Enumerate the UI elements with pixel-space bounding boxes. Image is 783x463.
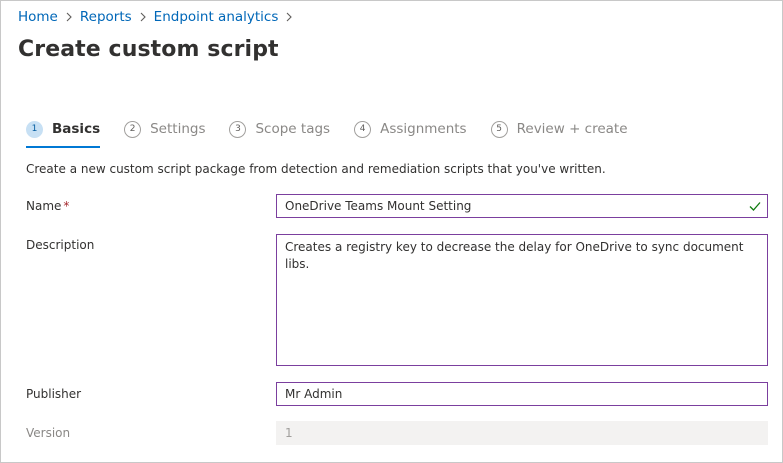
version-input: 1: [276, 421, 768, 445]
description-textarea[interactable]: Creates a registry key to decrease the d…: [276, 234, 768, 366]
name-input-value: OneDrive Teams Mount Setting: [285, 199, 472, 213]
breadcrumb-home[interactable]: Home: [18, 9, 58, 25]
step-assignments[interactable]: 4 Assignments: [354, 118, 467, 140]
step-scope-tags[interactable]: 3 Scope tags: [229, 118, 330, 140]
description-value: Creates a registry key to decrease the d…: [285, 240, 744, 271]
step-number: 2: [124, 120, 142, 138]
chevron-right-icon: [138, 12, 148, 22]
step-label: Basics: [52, 121, 101, 137]
step-number: 4: [354, 120, 372, 138]
name-label: Name *: [26, 199, 69, 213]
name-input[interactable]: OneDrive Teams Mount Setting: [276, 194, 768, 218]
chevron-right-icon: [64, 12, 74, 22]
checkmark-icon: [749, 202, 761, 211]
publisher-input-value: Mr Admin: [285, 387, 343, 401]
step-basics[interactable]: 1 Basics: [26, 118, 101, 148]
step-review-create[interactable]: 5 Review + create: [490, 118, 628, 140]
step-label: Settings: [150, 121, 206, 137]
version-input-value: 1: [285, 426, 293, 440]
breadcrumb: Home Reports Endpoint analytics: [18, 9, 300, 25]
breadcrumb-reports[interactable]: Reports: [80, 9, 132, 25]
chevron-right-icon: [284, 12, 294, 22]
intro-text: Create a new custom script package from …: [26, 162, 606, 176]
page-title: Create custom script: [18, 37, 279, 62]
wizard-steps: 1 Basics 2 Settings 3 Scope tags 4 Assig…: [26, 118, 652, 148]
step-label: Scope tags: [255, 121, 331, 137]
page-frame: Home Reports Endpoint analytics Create c…: [0, 0, 783, 463]
version-label: Version: [26, 426, 71, 440]
publisher-input[interactable]: Mr Admin: [276, 382, 768, 406]
step-number: 3: [229, 120, 247, 138]
step-number: 1: [26, 120, 43, 138]
step-label: Assignments: [380, 121, 467, 137]
name-label-text: Name: [26, 199, 62, 213]
publisher-label: Publisher: [26, 387, 82, 401]
breadcrumb-endpoint-analytics[interactable]: Endpoint analytics: [154, 9, 279, 25]
step-settings[interactable]: 2 Settings: [124, 118, 205, 140]
description-label: Description: [26, 238, 95, 252]
required-marker: *: [63, 199, 70, 213]
step-number: 5: [490, 120, 508, 138]
step-label: Review + create: [516, 121, 628, 137]
